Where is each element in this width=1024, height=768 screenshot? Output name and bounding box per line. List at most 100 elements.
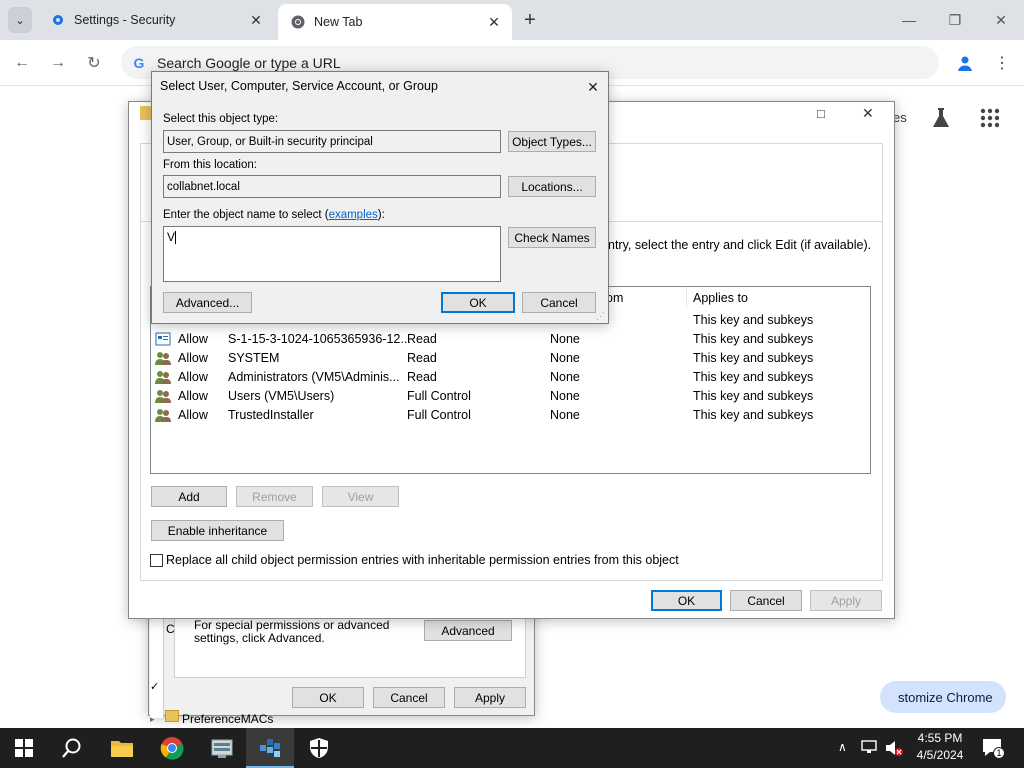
access-cell: Full Control — [407, 408, 471, 422]
column-divider — [686, 287, 687, 307]
forward-button[interactable]: → — [46, 51, 70, 75]
labs-flask-icon[interactable] — [930, 106, 952, 130]
plus-icon: + — [524, 8, 536, 31]
object-name-label-suffix: ): — [377, 209, 385, 221]
close-window-button[interactable]: ✕ — [989, 8, 1013, 32]
applies-cell: This key and subkeys — [693, 389, 814, 403]
examples-link[interactable]: examples — [329, 209, 378, 221]
ok-button[interactable]: OK — [441, 292, 515, 313]
tab-label: New Tab — [314, 15, 363, 29]
table-row[interactable]: Allow TrustedInstaller Full Control None… — [151, 406, 870, 425]
server-manager-button[interactable] — [198, 728, 246, 768]
cancel-button[interactable]: Cancel — [522, 292, 596, 313]
network-icon[interactable] — [861, 739, 879, 755]
close-icon[interactable]: ✕ — [584, 78, 602, 96]
locations-button[interactable]: Locations... — [508, 176, 596, 197]
ok-button[interactable]: OK — [651, 590, 722, 611]
tree-item[interactable]: PreferenceMACs — [182, 712, 273, 726]
add-button[interactable]: Add — [151, 486, 227, 507]
enable-inheritance-button[interactable]: Enable inheritance — [151, 520, 284, 541]
maximize-icon[interactable]: □ — [817, 106, 833, 122]
sid-icon — [155, 332, 171, 346]
cancel-button[interactable]: Cancel — [373, 687, 445, 708]
table-row[interactable]: Allow Users (VM5\Users) Full Control Non… — [151, 387, 870, 406]
ok-button[interactable]: OK — [292, 687, 364, 708]
type-cell: Allow — [178, 408, 208, 422]
advanced-button[interactable]: Advanced — [424, 620, 512, 641]
close-icon[interactable]: ✕ — [246, 10, 266, 30]
omnibox-placeholder: Search Google or type a URL — [157, 54, 341, 71]
object-name-value: V — [167, 230, 176, 244]
object-type-field: User, Group, or Built-in security princi… — [163, 130, 501, 153]
back-button[interactable]: ← — [10, 51, 34, 75]
type-cell: Allow — [178, 332, 208, 346]
special-permissions-text: For special permissions or advanced sett… — [194, 618, 390, 645]
principal-cell: SYSTEM — [228, 351, 280, 365]
inherited-cell: None — [550, 332, 580, 346]
table-row[interactable]: Allow Administrators (VM5\Adminis... Rea… — [151, 368, 870, 387]
volume-muted-icon[interactable] — [884, 739, 904, 757]
applies-cell: This key and subkeys — [693, 370, 814, 384]
remove-button[interactable]: Remove — [236, 486, 313, 507]
object-name-input[interactable]: V — [163, 226, 501, 282]
advanced-button[interactable]: Advanced... — [163, 292, 252, 313]
object-types-button[interactable]: Object Types... — [508, 131, 596, 152]
apply-button[interactable]: Apply — [810, 590, 882, 611]
replace-child-permissions-checkbox[interactable] — [150, 554, 163, 567]
arrow-right-icon: → — [50, 54, 66, 71]
principal-cell: TrustedInstaller — [228, 408, 314, 422]
server-manager-icon — [211, 739, 233, 758]
close-icon[interactable]: ✕ — [484, 12, 504, 32]
chrome-taskbar-button[interactable] — [148, 728, 196, 768]
new-tab-button[interactable]: + — [518, 8, 542, 32]
action-center-button[interactable]: 1 — [982, 737, 1005, 759]
type-cell: Allow — [178, 370, 208, 384]
notification-count-badge: 1 — [993, 747, 1005, 759]
tab-new-tab[interactable]: New Tab ✕ — [278, 4, 512, 40]
registry-editor-icon — [260, 739, 280, 757]
apply-button[interactable]: Apply — [454, 687, 526, 708]
gear-icon — [50, 12, 66, 28]
table-row[interactable]: Allow SYSTEM Read None This key and subk… — [151, 349, 870, 368]
google-apps-icon[interactable] — [980, 108, 1000, 128]
check-names-button[interactable]: Check Names — [508, 227, 596, 248]
registry-editor-button[interactable] — [246, 728, 294, 768]
restore-button[interactable]: ❐ — [943, 8, 967, 32]
inherited-cell: None — [550, 370, 580, 384]
applies-cell: This key and subkeys — [693, 332, 814, 346]
file-explorer-button[interactable] — [98, 728, 146, 768]
start-button[interactable] — [0, 728, 48, 768]
checkmark-icon: ✓ — [150, 681, 160, 693]
applies-cell: This key and subkeys — [693, 408, 814, 422]
minimize-button[interactable]: — — [897, 8, 921, 32]
column-header-applies-to[interactable]: Applies to — [693, 291, 748, 305]
tab-settings-security[interactable]: Settings - Security ✕ — [38, 0, 274, 40]
chrome-menu-button[interactable]: ⋮ — [992, 52, 1012, 74]
view-button[interactable]: View — [322, 486, 399, 507]
table-row[interactable]: Allow S-1-15-3-1024-1065365936-12... Rea… — [151, 330, 870, 349]
replace-child-permissions-label: Replace all child object permission entr… — [166, 553, 679, 567]
applies-cell: This key and subkeys — [693, 313, 814, 327]
customize-chrome-button[interactable]: stomize Chrome — [880, 681, 1006, 713]
customize-chrome-label: stomize Chrome — [898, 689, 993, 705]
profile-button[interactable] — [954, 52, 976, 74]
reload-button[interactable]: ↻ — [82, 51, 106, 75]
windows-logo-icon — [15, 739, 33, 757]
windows-security-button[interactable] — [295, 728, 343, 768]
close-icon[interactable]: ✕ — [862, 105, 878, 121]
location-field: collabnet.local — [163, 175, 501, 198]
minimize-icon: — — [902, 12, 916, 28]
clock-time: 4:55 PM — [917, 731, 963, 745]
tab-search-button[interactable]: ⌄ — [8, 7, 32, 33]
clock[interactable]: 4:55 PM 4/5/2024 — [906, 730, 974, 764]
cancel-button[interactable]: Cancel — [730, 590, 802, 611]
resize-grip-icon[interactable]: ⋰ — [596, 311, 605, 322]
chevron-up-icon[interactable]: ∧ — [838, 740, 847, 754]
access-cell: Read — [407, 332, 437, 346]
inherited-cell: None — [550, 351, 580, 365]
search-button[interactable] — [48, 728, 96, 768]
registry-tree-strip — [150, 610, 164, 718]
folder-icon — [165, 710, 179, 722]
users-icon — [155, 409, 171, 422]
avatar-icon — [958, 56, 972, 71]
